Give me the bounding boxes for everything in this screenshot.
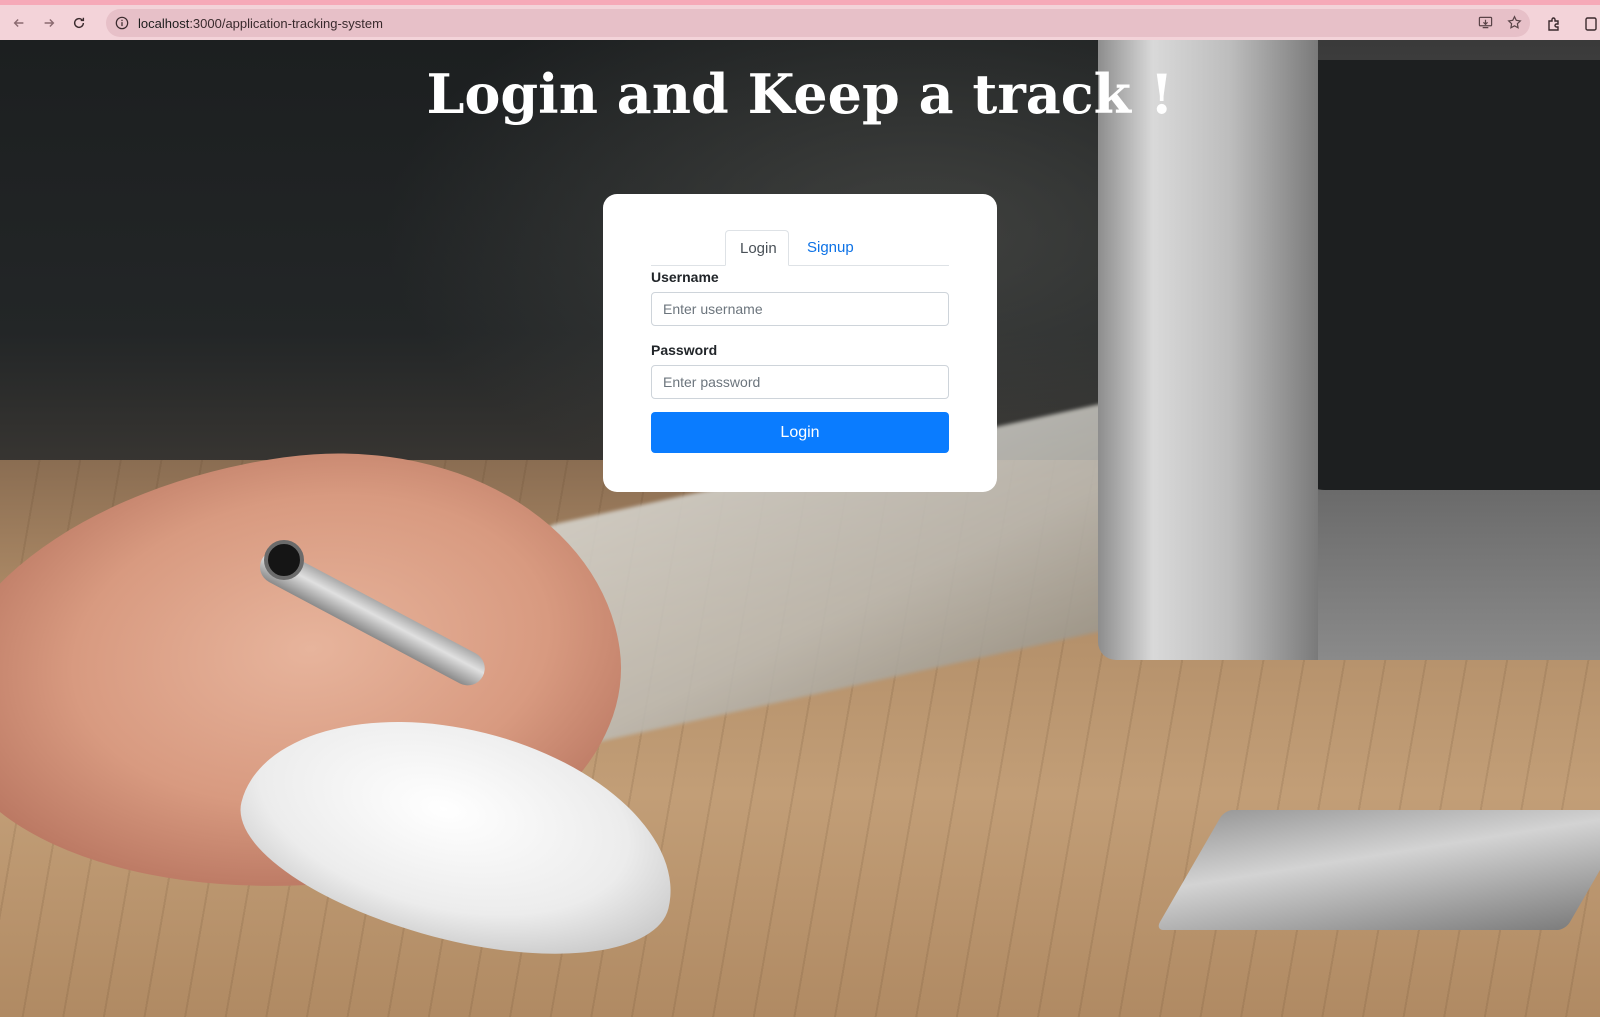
- forward-arrow-icon[interactable]: [38, 12, 60, 34]
- tab-login[interactable]: Login: [725, 230, 789, 266]
- bookmark-star-icon[interactable]: [1507, 15, 1522, 35]
- login-card: Login Signup Username Password Login: [603, 194, 997, 492]
- background-photo: [0, 40, 1600, 1017]
- url-text: localhost:3000/application-tracking-syst…: [138, 15, 383, 31]
- username-input[interactable]: [651, 292, 949, 326]
- reload-icon[interactable]: [68, 12, 90, 34]
- extensions-icon[interactable]: [1546, 16, 1562, 32]
- install-app-icon[interactable]: [1478, 15, 1493, 35]
- browser-toolbar: localhost:3000/application-tracking-syst…: [0, 0, 1600, 40]
- password-label: Password: [651, 342, 718, 358]
- login-button[interactable]: Login: [651, 412, 949, 453]
- sidebar-edge-icon[interactable]: [1585, 16, 1597, 32]
- password-input[interactable]: [651, 365, 949, 399]
- site-info-icon[interactable]: [114, 15, 130, 31]
- username-label: Username: [651, 269, 719, 285]
- auth-tabs: Login Signup: [651, 230, 949, 266]
- tab-signup[interactable]: Signup: [793, 230, 868, 266]
- page-title: Login and Keep a track !: [426, 62, 1174, 126]
- address-bar[interactable]: localhost:3000/application-tracking-syst…: [106, 9, 1530, 37]
- back-arrow-icon[interactable]: [8, 12, 30, 34]
